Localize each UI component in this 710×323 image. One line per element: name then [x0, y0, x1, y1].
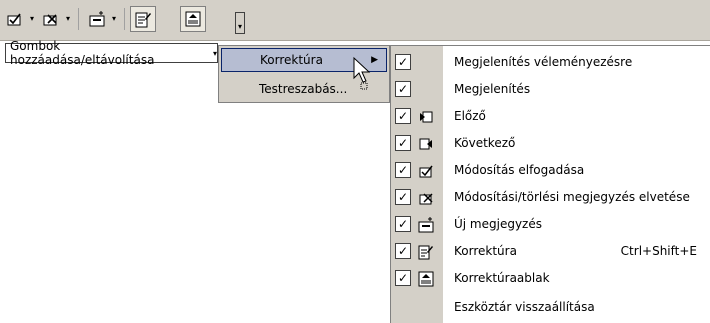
checkbox-checked[interactable]: ✓: [395, 189, 411, 205]
toolbar-options-button[interactable]: ▾: [235, 12, 245, 34]
menu-item-label: Előző: [454, 109, 486, 123]
checkbox-checked[interactable]: ✓: [395, 216, 411, 232]
check-mark-icon: ✓: [397, 82, 409, 96]
check-mark-icon: ✓: [397, 55, 409, 69]
menu-item-label: Következő: [454, 136, 516, 150]
check-mark-icon: ✓: [397, 244, 409, 258]
menu-item-previous[interactable]: ✓ Előző: [391, 104, 710, 130]
check-mark-icon: ✓: [397, 109, 409, 123]
new-comment-dropdown-arrow[interactable]: ▾: [110, 15, 118, 23]
check-mark-icon: ✓: [397, 190, 409, 204]
mouse-cursor-icon: [353, 56, 371, 90]
reviewing-pane-button[interactable]: [180, 6, 206, 32]
menu-item-label: Korrektúra: [260, 53, 323, 67]
checkbox-checked[interactable]: ✓: [395, 54, 411, 70]
new-comment-icon: [89, 11, 105, 27]
next-icon: [417, 135, 435, 153]
accept-change-icon: [7, 13, 21, 26]
previous-icon: [417, 108, 435, 126]
menu-item-label: Módosítási/törlési megjegyzés elvetése: [454, 190, 690, 204]
checkbox-checked[interactable]: ✓: [395, 135, 411, 151]
accept-change-dropdown-arrow[interactable]: ▾: [28, 15, 36, 23]
menu-item-label: Korrektúraablak: [454, 271, 550, 285]
reviewing-toolbar: ▾ ▾ ▾ ▾: [0, 0, 710, 41]
menu-item-reviewing-pane[interactable]: ✓ Korrektúraablak: [391, 266, 710, 292]
checkbox-checked[interactable]: ✓: [395, 243, 411, 259]
checkbox-checked[interactable]: ✓: [395, 270, 411, 286]
menu-item-track-changes[interactable]: ✓ Korrektúra Ctrl+Shift+E: [391, 239, 710, 265]
toolbar-options-chevron-icon: ▾: [237, 22, 242, 31]
accept-change-button[interactable]: [2, 6, 28, 32]
menu-item-label: Módosítás elfogadása: [454, 163, 585, 177]
menu-item-next[interactable]: ✓ Következő: [391, 131, 710, 157]
menu-item-accept-change[interactable]: ✓ Módosítás elfogadása: [391, 158, 710, 184]
reject-change-icon: [417, 189, 435, 207]
menu-item-show-for-review[interactable]: ✓ Megjelenítés véleményezésre: [391, 50, 710, 76]
check-mark-icon: ✓: [397, 136, 409, 150]
reviewing-pane-icon: [417, 270, 435, 288]
track-changes-icon: [135, 12, 151, 28]
button-list-menu: ✓ Megjelenítés véleményezésre ✓ Megjelen…: [390, 45, 710, 323]
check-mark-icon: ✓: [397, 217, 409, 231]
toolbar-separator: [124, 8, 125, 30]
menu-item-label: Új megjegyzés: [454, 217, 542, 231]
shortcut-text: Ctrl+Shift+E: [620, 244, 697, 258]
menu-item-reset-toolbar[interactable]: Eszköztár visszaállítása: [391, 295, 710, 321]
new-comment-icon: [417, 216, 435, 234]
check-mark-icon: ✓: [397, 271, 409, 285]
add-remove-buttons-label: Gombok hozzáadása/eltávolítása: [10, 39, 155, 67]
toolbar-separator: [78, 8, 79, 30]
checkbox-checked[interactable]: ✓: [395, 81, 411, 97]
checkbox-checked[interactable]: ✓: [395, 108, 411, 124]
menu-item-show[interactable]: ✓ Megjelenítés: [391, 77, 710, 103]
reject-change-button[interactable]: [38, 6, 64, 32]
new-comment-button[interactable]: [84, 6, 110, 32]
check-mark-icon: ✓: [397, 163, 409, 177]
menu-item-label: Korrektúra: [454, 244, 517, 258]
reject-change-icon: [43, 14, 57, 26]
menu-item-label: Eszköztár visszaállítása: [454, 300, 595, 314]
track-changes-icon: [417, 243, 435, 261]
checkbox-checked[interactable]: ✓: [395, 162, 411, 178]
menu-item-label: Testreszabás...: [259, 82, 348, 96]
track-changes-button[interactable]: [130, 6, 156, 32]
reject-change-dropdown-arrow[interactable]: ▾: [64, 15, 72, 23]
add-remove-buttons-item[interactable]: Gombok hozzáadása/eltávolítása ▾: [5, 39, 218, 67]
menu-item-label: Megjelenítés véleményezésre: [454, 55, 633, 69]
chevron-down-icon: ▾: [212, 48, 217, 58]
accept-change-icon: [417, 162, 435, 180]
menu-item-label: Megjelenítés: [454, 82, 531, 96]
menu-item-reject-change[interactable]: ✓ Módosítási/törlési megjegyzés elvetése: [391, 185, 710, 211]
menu-item-new-comment[interactable]: ✓ Új megjegyzés: [391, 212, 710, 238]
reviewing-pane-icon: [185, 11, 201, 27]
